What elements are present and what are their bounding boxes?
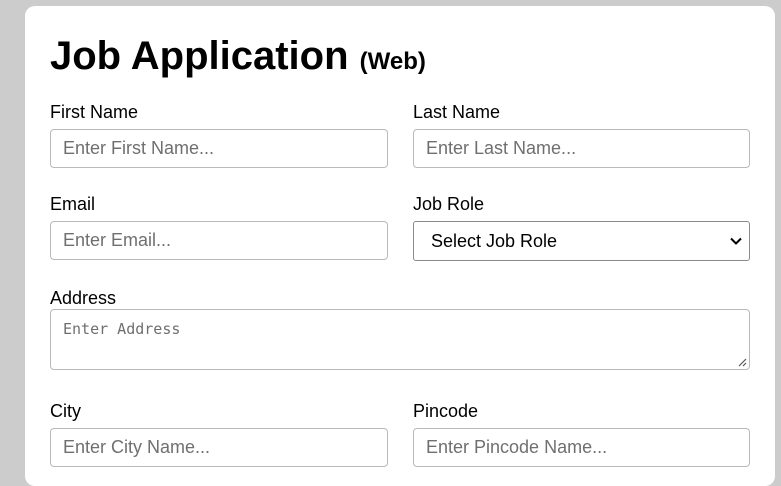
form-title: Job Application	[50, 34, 349, 78]
page-title: Job Application (Web)	[50, 34, 426, 84]
chevron-down-icon	[730, 237, 742, 245]
job-role-label: Job Role	[413, 194, 485, 214]
pincode-input[interactable]	[413, 428, 750, 467]
application-card: Job Application (Web) First Name Last Na…	[25, 6, 775, 486]
email-input[interactable]	[50, 221, 388, 260]
city-input[interactable]	[50, 428, 388, 467]
address-label: Address	[50, 288, 117, 308]
first-name-input[interactable]	[50, 129, 388, 168]
job-role-select[interactable]: Select Job Role	[413, 221, 750, 261]
job-role-selected-value: Select Job Role	[431, 230, 558, 251]
first-name-label: First Name	[50, 102, 139, 122]
address-textarea[interactable]	[50, 309, 750, 370]
pincode-label: Pincode	[413, 401, 479, 421]
last-name-input[interactable]	[413, 129, 750, 168]
last-name-label: Last Name	[413, 102, 501, 122]
email-label: Email	[50, 194, 96, 214]
form-subtitle: (Web)	[359, 48, 426, 75]
city-label: City	[50, 401, 81, 421]
resize-grip-icon[interactable]	[737, 357, 747, 367]
